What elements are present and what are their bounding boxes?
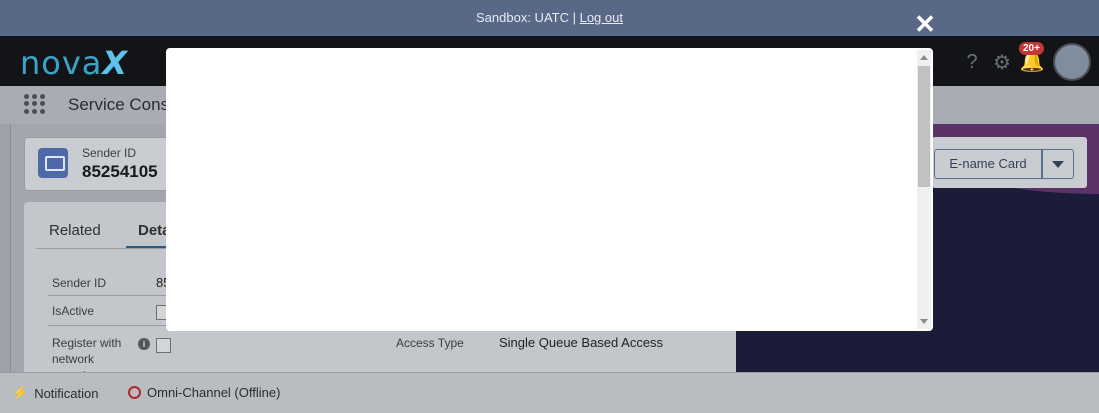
- ename-card-button[interactable]: E-name Card: [934, 149, 1042, 179]
- offline-status-icon: [128, 386, 141, 399]
- record-type-icon: [38, 148, 68, 178]
- avatar[interactable]: [1053, 43, 1091, 81]
- info-icon[interactable]: i: [138, 338, 150, 350]
- lightning-icon: ⚡: [12, 385, 29, 400]
- sandbox-label: Sandbox: UATC |: [476, 10, 580, 25]
- action-button-group: E-name Card: [932, 137, 1087, 188]
- help-icon[interactable]: ?: [961, 51, 983, 73]
- record-id: 85254105: [82, 162, 158, 181]
- utility-bar: ⚡ Notification Omni-Channel (Offline): [0, 372, 1099, 413]
- omni-channel-utility[interactable]: Omni-Channel (Offline): [128, 385, 280, 400]
- notification-label: Notification: [34, 385, 99, 401]
- omni-channel-label: Omni-Channel (Offline): [147, 385, 281, 400]
- logout-link[interactable]: Log out: [580, 10, 623, 25]
- register-label-line1: Register with: [52, 336, 122, 350]
- scroll-down-arrow-icon[interactable]: [920, 319, 928, 324]
- tab-related[interactable]: Related: [49, 222, 101, 239]
- header-icons: ? ⚙ 20+ 🔔: [961, 42, 1091, 82]
- panel-toggle-handle[interactable]: [0, 124, 11, 372]
- logo-x: X: [102, 44, 129, 82]
- register-checkbox: [156, 338, 171, 353]
- app-title: Service Cons: [68, 95, 170, 114]
- is-active-label: IsActive: [52, 304, 95, 318]
- sender-id-label: Sender ID: [52, 276, 107, 290]
- register-label-line2: network: [52, 352, 95, 366]
- access-type-value: Single Queue Based Access: [499, 335, 664, 350]
- chevron-down-icon[interactable]: [1042, 149, 1074, 179]
- modal-dialog: [166, 48, 933, 331]
- app-launcher-icon[interactable]: [24, 94, 45, 114]
- scroll-up-arrow-icon[interactable]: [920, 55, 928, 60]
- record-type-label: Sender ID: [82, 146, 137, 160]
- scroll-thumb[interactable]: [918, 66, 930, 187]
- close-icon[interactable]: ✕: [913, 11, 937, 37]
- modal-scrollbar[interactable]: [917, 50, 931, 329]
- gear-icon[interactable]: ⚙: [991, 51, 1013, 74]
- notifications-button[interactable]: 20+ 🔔: [1019, 42, 1045, 74]
- logo-text: nova: [20, 44, 103, 82]
- access-type-label: Access Type: [396, 336, 464, 350]
- notification-badge: 20+: [1019, 42, 1044, 55]
- novax-logo: novaX: [20, 44, 128, 82]
- notification-utility[interactable]: ⚡ Notification: [12, 385, 99, 401]
